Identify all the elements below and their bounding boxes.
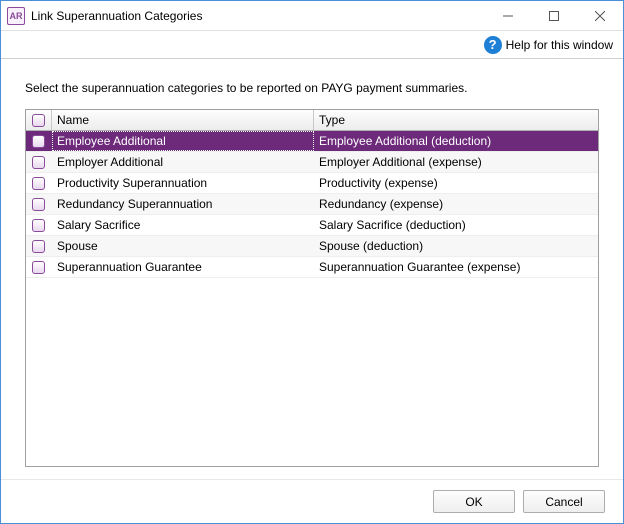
row-checkbox-cell xyxy=(26,257,52,277)
table-row[interactable]: Superannuation GuaranteeSuperannuation G… xyxy=(26,257,598,278)
row-name-cell: Superannuation Guarantee xyxy=(52,257,314,277)
instruction-text: Select the superannuation categories to … xyxy=(25,81,599,95)
row-checkbox-cell xyxy=(26,194,52,214)
row-checkbox[interactable] xyxy=(32,240,45,253)
row-type-cell: Employee Additional (deduction) xyxy=(314,131,598,151)
row-type-cell: Productivity (expense) xyxy=(314,173,598,193)
titlebar: AR Link Superannuation Categories xyxy=(1,1,623,31)
row-checkbox-cell xyxy=(26,215,52,235)
row-type-cell: Redundancy (expense) xyxy=(314,194,598,214)
close-button[interactable] xyxy=(577,1,623,31)
dialog-window: AR Link Superannuation Categories ? Help… xyxy=(0,0,624,524)
window-title: Link Superannuation Categories xyxy=(31,9,485,23)
row-name-cell: Salary Sacrifice xyxy=(52,215,314,235)
header-name[interactable]: Name xyxy=(52,110,314,130)
select-all-checkbox[interactable] xyxy=(32,114,45,127)
table-row[interactable]: Employer AdditionalEmployer Additional (… xyxy=(26,152,598,173)
row-name-cell: Productivity Superannuation xyxy=(52,173,314,193)
cancel-button[interactable]: Cancel xyxy=(523,490,605,513)
row-checkbox-cell xyxy=(26,236,52,256)
help-icon[interactable]: ? xyxy=(484,36,502,54)
row-checkbox[interactable] xyxy=(32,219,45,232)
row-checkbox-cell xyxy=(26,152,52,172)
header-checkbox-cell xyxy=(26,110,52,130)
row-name-cell: Spouse xyxy=(52,236,314,256)
ok-button[interactable]: OK xyxy=(433,490,515,513)
row-name-cell: Employee Additional xyxy=(52,131,314,151)
row-name-cell: Employer Additional xyxy=(52,152,314,172)
table-header-row: Name Type xyxy=(26,110,598,131)
minimize-button[interactable] xyxy=(485,1,531,31)
row-checkbox-cell xyxy=(26,131,52,151)
window-controls xyxy=(485,1,623,31)
row-checkbox[interactable] xyxy=(32,198,45,211)
header-type[interactable]: Type xyxy=(314,110,598,130)
row-checkbox[interactable] xyxy=(32,177,45,190)
categories-table: Name Type Employee AdditionalEmployee Ad… xyxy=(25,109,599,467)
app-icon: AR xyxy=(7,7,25,25)
row-checkbox[interactable] xyxy=(32,261,45,274)
minimize-icon xyxy=(503,11,513,21)
table-row[interactable]: SpouseSpouse (deduction) xyxy=(26,236,598,257)
row-type-cell: Spouse (deduction) xyxy=(314,236,598,256)
table-row[interactable]: Employee AdditionalEmployee Additional (… xyxy=(26,131,598,152)
close-icon xyxy=(595,11,605,21)
row-checkbox[interactable] xyxy=(32,156,45,169)
content-area: Select the superannuation categories to … xyxy=(1,59,623,479)
dialog-button-row: OK Cancel xyxy=(1,479,623,523)
maximize-button[interactable] xyxy=(531,1,577,31)
table-row[interactable]: Productivity SuperannuationProductivity … xyxy=(26,173,598,194)
row-type-cell: Salary Sacrifice (deduction) xyxy=(314,215,598,235)
row-checkbox-cell xyxy=(26,173,52,193)
help-bar: ? Help for this window xyxy=(1,31,623,59)
row-name-cell: Redundancy Superannuation xyxy=(52,194,314,214)
maximize-icon xyxy=(549,11,559,21)
row-type-cell: Employer Additional (expense) xyxy=(314,152,598,172)
table-body: Employee AdditionalEmployee Additional (… xyxy=(26,131,598,278)
table-row[interactable]: Redundancy SuperannuationRedundancy (exp… xyxy=(26,194,598,215)
row-type-cell: Superannuation Guarantee (expense) xyxy=(314,257,598,277)
table-row[interactable]: Salary SacrificeSalary Sacrifice (deduct… xyxy=(26,215,598,236)
help-link[interactable]: Help for this window xyxy=(506,38,613,52)
row-checkbox[interactable] xyxy=(32,135,45,148)
